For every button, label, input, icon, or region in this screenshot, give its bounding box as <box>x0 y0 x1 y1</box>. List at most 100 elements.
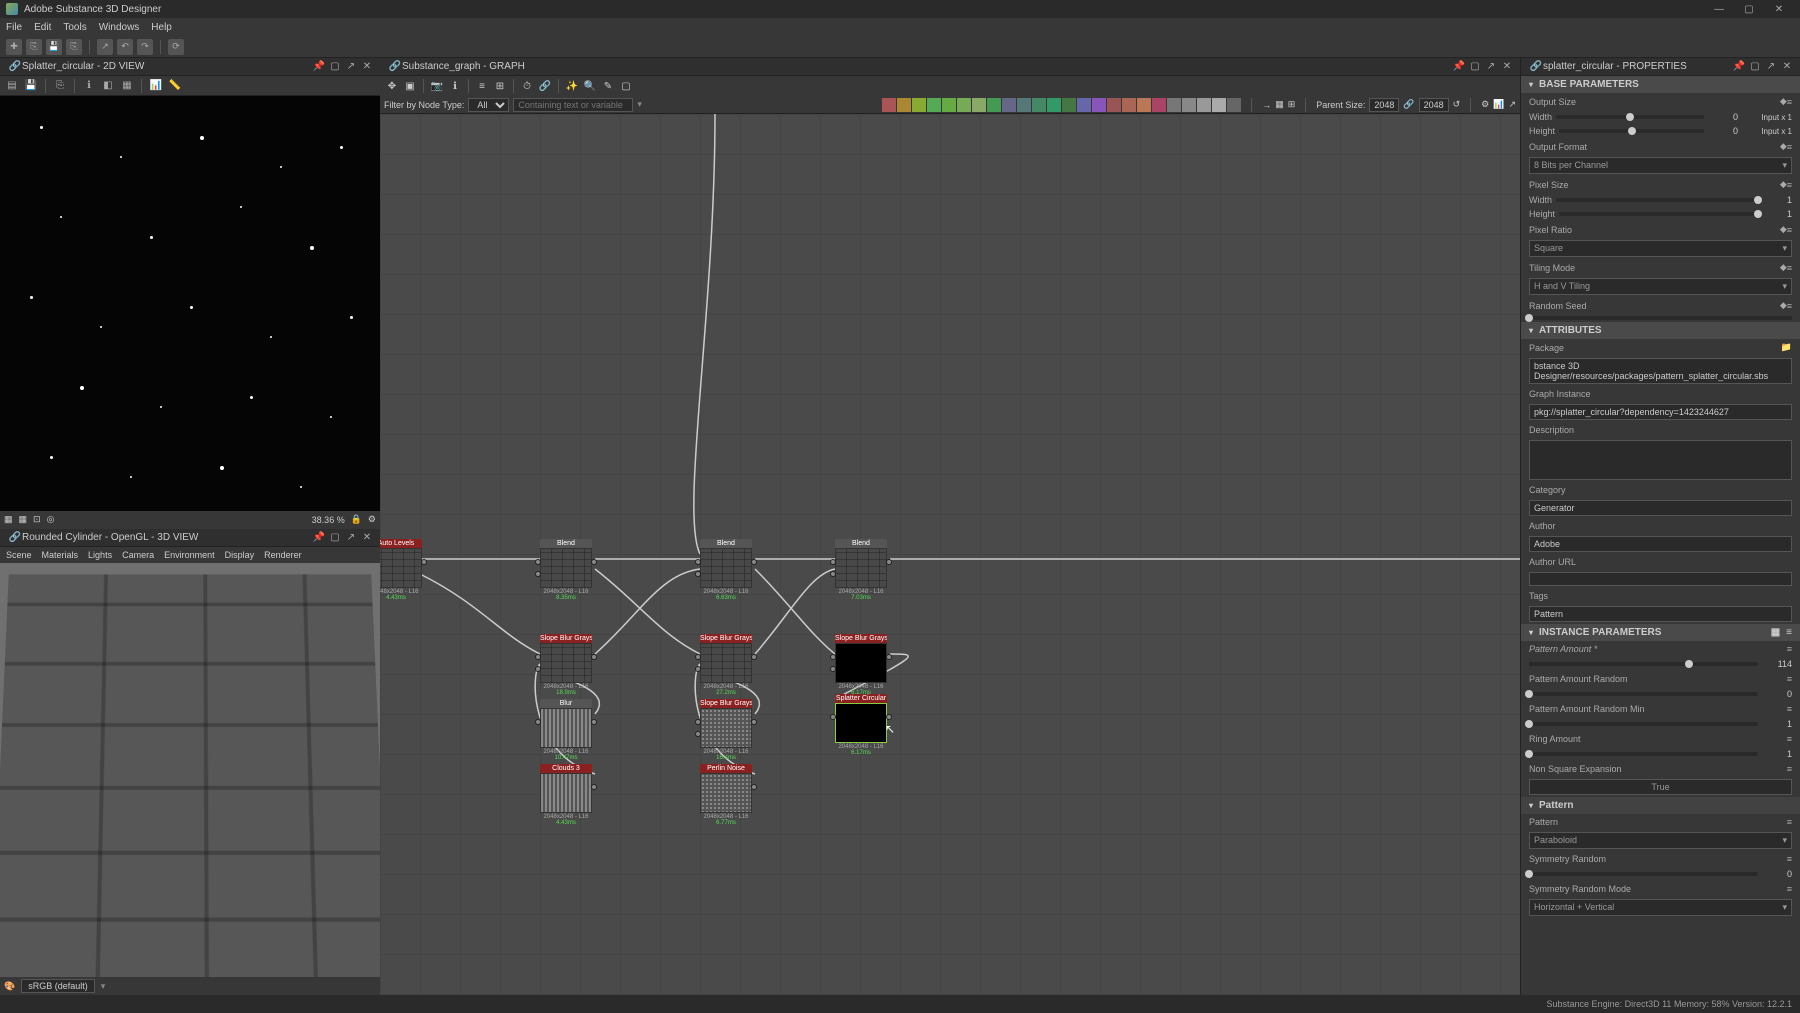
snap-icon[interactable]: 📷 <box>429 78 445 94</box>
parent-h[interactable]: 2048 <box>1419 98 1449 112</box>
ring-slider[interactable] <box>1529 752 1758 756</box>
layout-icon[interactable]: ⊞ <box>492 78 508 94</box>
node-blend-1[interactable]: Blend 2048x2048 - L16 8.35ms <box>540 539 592 601</box>
gridb-icon[interactable]: ▦ <box>19 514 28 525</box>
node-perlin[interactable]: Perlin Noise 2048x2048 - L16 6.77ms <box>700 764 752 826</box>
section-attributes[interactable]: ▾ATTRIBUTES <box>1521 322 1800 339</box>
pin3d-icon[interactable]: 📌 <box>312 530 326 544</box>
node-blend-2[interactable]: Blend 2048x2048 - L16 6.63ms <box>700 539 752 601</box>
open-icon[interactable]: ⎘ <box>26 39 42 55</box>
random-seed-slider[interactable] <box>1529 316 1792 320</box>
save2d-icon[interactable]: 💾 <box>23 78 39 94</box>
filter-text-input[interactable] <box>513 98 633 112</box>
folder-icon[interactable]: 📁 <box>1781 342 1792 353</box>
node-splatter-circular[interactable]: Splatter Circular 2048x2048 - L16 6.17ms <box>835 694 887 756</box>
ps-height-slider[interactable] <box>1559 212 1758 216</box>
height-slider[interactable] <box>1559 129 1704 133</box>
swatch-23[interactable] <box>1212 98 1226 112</box>
menu-icon[interactable]: ≡ <box>1787 142 1792 152</box>
swatch-22[interactable] <box>1197 98 1211 112</box>
gear-icon[interactable]: ⚙ <box>1481 99 1489 110</box>
window-close-button[interactable]: ✕ <box>1764 0 1794 18</box>
maximize-icon[interactable]: ▢ <box>328 60 342 74</box>
view3d-menu-materials[interactable]: Materials <box>42 550 79 560</box>
output-format-dropdown[interactable]: 8 Bits per Channel▾ <box>1529 157 1792 174</box>
search-icon[interactable]: 🔍 <box>582 78 598 94</box>
filter-type-select[interactable]: All <box>468 98 509 112</box>
save-icon[interactable]: 💾 <box>46 39 62 55</box>
node-slope-3[interactable]: Slope Blur Grayscale 2048x2048 - L16 6.1… <box>835 634 887 696</box>
perf-icon[interactable]: 📊 <box>1493 99 1504 110</box>
export-icon[interactable]: ↗ <box>97 39 113 55</box>
maxp-icon[interactable]: ▢ <box>1748 60 1762 74</box>
swatch-8[interactable] <box>987 98 1001 112</box>
graph-canvas[interactable]: Auto Levels 2048x2048 - L16 4.43ms Blend… <box>380 114 1520 995</box>
swatch-12[interactable] <box>1047 98 1061 112</box>
view3d-menu-lights[interactable]: Lights <box>88 550 112 560</box>
palette-icon[interactable]: 🎨 <box>4 981 15 992</box>
copy2d-icon[interactable]: ⎘ <box>52 78 68 94</box>
swatch-24[interactable] <box>1227 98 1241 112</box>
swatch-2[interactable] <box>897 98 911 112</box>
swatch-1[interactable] <box>882 98 896 112</box>
menu-icon[interactable]: ≡ <box>1787 854 1792 864</box>
window-maximize-button[interactable]: ▢ <box>1734 0 1764 18</box>
menu-icon[interactable]: ≡ <box>1787 180 1792 190</box>
tile-icon[interactable]: ▦ <box>119 78 135 94</box>
menu-icon[interactable]: ≡ <box>1787 644 1792 654</box>
menu-icon[interactable]: ≡ <box>1787 263 1792 273</box>
window-minimize-button[interactable]: — <box>1704 0 1734 18</box>
link3d-icon[interactable]: 🔗 <box>8 530 22 544</box>
expose-icon[interactable]: ◆ <box>1780 141 1787 152</box>
node-blur[interactable]: Blur 2048x2048 - L16 10.47ms <box>540 699 592 761</box>
menu-edit[interactable]: Edit <box>34 22 51 33</box>
swatch-17[interactable] <box>1122 98 1136 112</box>
sym-slider[interactable] <box>1529 872 1758 876</box>
new-icon[interactable]: ✚ <box>6 39 22 55</box>
parm-slider[interactable] <box>1529 722 1758 726</box>
menu-icon[interactable]: ≡ <box>1787 674 1792 684</box>
options-icon[interactable]: ⚙ <box>368 514 376 525</box>
open2d-icon[interactable]: ▤ <box>4 78 20 94</box>
node-slope-2[interactable]: Slope Blur Grayscale 2048x2048 - L16 27.… <box>700 634 752 696</box>
expose-icon[interactable]: ◆ <box>1780 300 1787 311</box>
view3d-menu-renderer[interactable]: Renderer <box>264 550 302 560</box>
par-slider[interactable] <box>1529 692 1758 696</box>
swatch-6[interactable] <box>957 98 971 112</box>
menu-help[interactable]: Help <box>151 22 172 33</box>
fit-icon[interactable]: ⊡ <box>33 514 41 525</box>
swatch-9[interactable] <box>1002 98 1016 112</box>
menu-icon[interactable]: ≡ <box>1787 704 1792 714</box>
swatch-19[interactable] <box>1152 98 1166 112</box>
pop3d-icon[interactable]: ↗ <box>344 530 358 544</box>
inst-icon1[interactable]: ▦ <box>1771 627 1780 638</box>
menu-icon[interactable]: ≡ <box>1787 734 1792 744</box>
sym-mode-dropdown[interactable]: Horizontal + Vertical▾ <box>1529 899 1792 916</box>
parent-w[interactable]: 2048 <box>1369 98 1399 112</box>
swatch-16[interactable] <box>1107 98 1121 112</box>
pattern-amount-slider[interactable] <box>1529 662 1758 666</box>
snap-toggle-icon[interactable]: ⊞ <box>1288 99 1296 110</box>
pattern-dropdown[interactable]: Paraboloid▾ <box>1529 832 1792 849</box>
swatch-3[interactable] <box>912 98 926 112</box>
section-base[interactable]: ▾BASE PARAMETERS <box>1521 76 1800 93</box>
view2d-canvas[interactable] <box>0 96 380 511</box>
view3d-canvas[interactable] <box>0 563 380 978</box>
link-icon2[interactable]: 🔗 <box>537 78 553 94</box>
menu-file[interactable]: File <box>6 22 22 33</box>
view3d-menu-display[interactable]: Display <box>225 550 255 560</box>
center-icon[interactable]: ◎ <box>47 514 55 525</box>
swatch-15[interactable] <box>1092 98 1106 112</box>
link-icon[interactable]: 🔗 <box>8 60 22 74</box>
redo-icon[interactable]: ↷ <box>137 39 153 55</box>
menu-windows[interactable]: Windows <box>99 22 140 33</box>
swatch-20[interactable] <box>1167 98 1181 112</box>
view3d-menu-camera[interactable]: Camera <box>122 550 154 560</box>
menu-icon[interactable]: ≡ <box>1787 97 1792 107</box>
expose-icon[interactable]: ◆ <box>1780 96 1787 107</box>
swatch-7[interactable] <box>972 98 986 112</box>
note-icon[interactable]: ℹ <box>447 78 463 94</box>
swatch-18[interactable] <box>1137 98 1151 112</box>
expose-icon[interactable]: ◆ <box>1780 224 1787 235</box>
inst-icon2[interactable]: ≡ <box>1786 627 1792 638</box>
